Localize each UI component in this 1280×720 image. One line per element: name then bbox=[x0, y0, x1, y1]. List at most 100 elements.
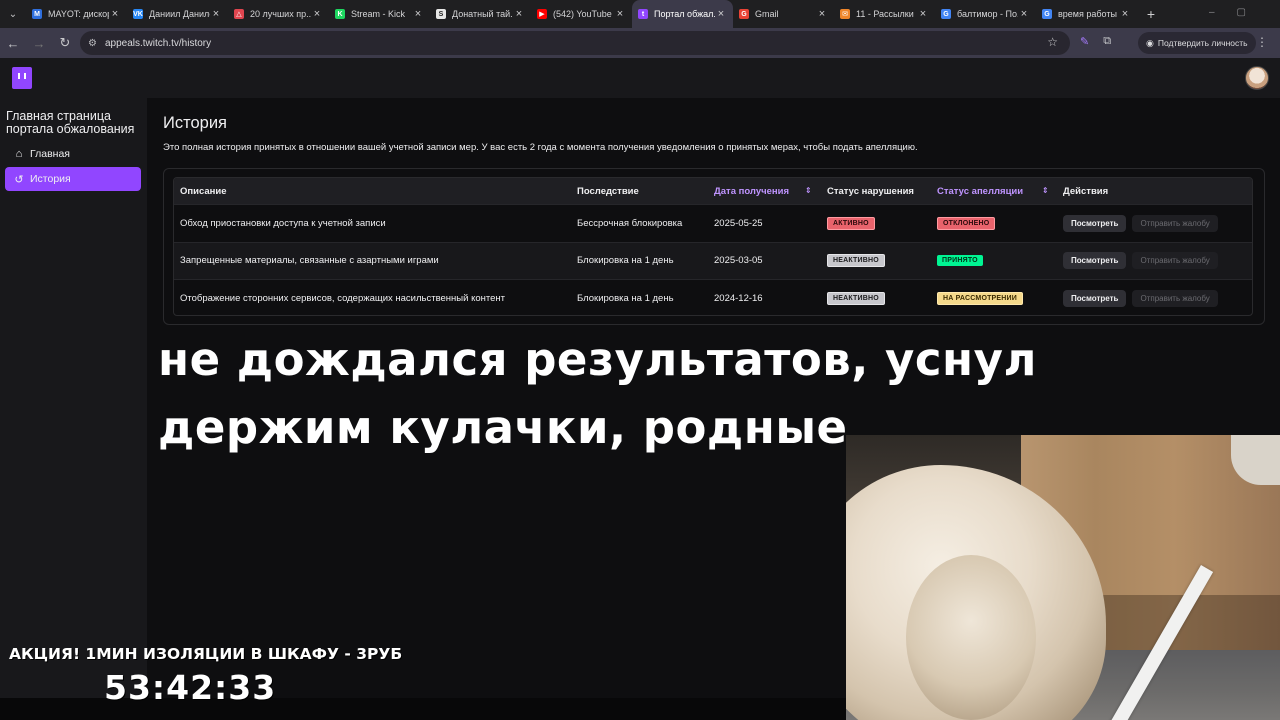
appeal-status-badge: ОТКЛОНЕНО bbox=[937, 216, 996, 230]
tab-close-icon[interactable]: × bbox=[1018, 8, 1030, 20]
sort-icon[interactable]: ⇕ bbox=[1042, 186, 1049, 195]
tab-favicon-icon: K bbox=[335, 9, 345, 19]
tab-favicon-icon: G bbox=[941, 9, 951, 19]
pen-extension-icon[interactable]: ✎ bbox=[1080, 35, 1089, 48]
tab-favicon-icon: ✉ bbox=[840, 9, 850, 19]
view-button[interactable]: Посмотреть bbox=[1063, 289, 1127, 307]
stream-caption-line1: не дождался результатов, уснул bbox=[158, 333, 1037, 386]
tab-close-icon[interactable]: × bbox=[816, 8, 828, 20]
site-header bbox=[0, 58, 1280, 98]
browser-tab[interactable]: VK Даниил Данилов× bbox=[127, 0, 228, 28]
history-icon: ↺ bbox=[14, 173, 24, 186]
row-description: Отображение сторонних сервисов, содержащ… bbox=[180, 292, 505, 304]
history-table-card: Описание Последствие Дата получения ⇕ Ст… bbox=[163, 168, 1265, 325]
row-consequence: Блокировка на 1 день bbox=[577, 255, 674, 267]
site-info-icon[interactable]: ⚙ bbox=[88, 38, 97, 49]
home-icon: ⌂ bbox=[15, 148, 23, 160]
sidebar-item-history[interactable]: ↺ История bbox=[5, 167, 141, 191]
tab-favicon-icon: S bbox=[436, 9, 446, 19]
browser-tab[interactable]: Gбалтимор - По... × bbox=[935, 0, 1036, 28]
tab-favicon-icon: ▶ bbox=[537, 9, 547, 19]
stream-caption-line2: держим кулачки, родные bbox=[158, 401, 848, 454]
back-icon[interactable]: ← bbox=[0, 36, 26, 51]
verify-identity-button[interactable]: ◉ Подтвердить личность bbox=[1138, 32, 1256, 54]
sort-icon[interactable]: ⇕ bbox=[805, 186, 812, 195]
tab-favicon-icon: G bbox=[739, 9, 749, 19]
tab-title: (542) YouTube bbox=[553, 9, 612, 19]
tab-close-icon[interactable]: × bbox=[715, 8, 727, 20]
browser-tab[interactable]: ✉ 11 - Рассылки × bbox=[834, 0, 935, 28]
tab-title: MAYOT: дискорд bbox=[48, 9, 109, 19]
violation-status-badge: НЕАКТИВНО bbox=[827, 254, 885, 268]
tab-favicon-icon: M bbox=[32, 9, 42, 19]
table-row: Обход приостановки доступа к учетной зап… bbox=[174, 204, 1252, 242]
promo-banner: АКЦИЯ! 1МИН ИЗОЛЯЦИИ В ШКАФУ - 3РУБ bbox=[9, 645, 403, 663]
webcam-fur-fold bbox=[906, 555, 1036, 720]
browser-tab[interactable]: t Портал обжал... × bbox=[632, 0, 733, 28]
window-controls[interactable]: –▢ bbox=[1209, 7, 1268, 18]
browser-menu-icon[interactable]: ⋮ bbox=[1256, 35, 1268, 49]
tab-close-icon[interactable]: × bbox=[210, 8, 222, 20]
column-header-violation-status: Статус нарушения bbox=[827, 185, 914, 197]
violation-status-badge: АКТИВНО bbox=[827, 216, 875, 230]
tab-title: Stream - Kick bbox=[351, 9, 406, 19]
browser-tab[interactable]: K Stream - Kick × bbox=[329, 0, 430, 28]
table-row: Отображение сторонних сервисов, содержащ… bbox=[174, 279, 1252, 315]
browser-tab[interactable]: S Донатный тай... × bbox=[430, 0, 531, 28]
appeal-status-badge: НА РАССМОТРЕНИИ bbox=[937, 291, 1024, 305]
stream-timer: 53:42:33 bbox=[104, 668, 277, 707]
view-button[interactable]: Посмотреть bbox=[1063, 214, 1127, 232]
browser-tab[interactable]: ▶ (542) YouTube × bbox=[531, 0, 632, 28]
violation-status-badge: НЕАКТИВНО bbox=[827, 291, 885, 305]
browser-toolbar: ← → ↻ ⚙ appeals.twitch.tv/history ☆ ✎ ⧉ … bbox=[0, 28, 1280, 58]
column-header-actions: Действия bbox=[1063, 185, 1109, 197]
row-consequence: Блокировка на 1 день bbox=[577, 292, 674, 304]
submit-appeal-button[interactable]: Отправить жалобу bbox=[1132, 214, 1218, 232]
view-button[interactable]: Посмотреть bbox=[1063, 252, 1127, 270]
browser-tab[interactable]: △ 20 лучших пр... × bbox=[228, 0, 329, 28]
tab-title: 11 - Рассылки bbox=[856, 9, 914, 19]
column-header-appeal-status[interactable]: Статус апелляции bbox=[937, 178, 1023, 204]
webcam-overlay bbox=[846, 435, 1280, 720]
browser-tabstrip: ⌄ MMAYOT: дискорд×VKДаниил Данилов×△20 л… bbox=[0, 0, 1280, 28]
profile-icon: ◉ bbox=[1146, 37, 1154, 48]
browser-tab[interactable]: Gвремя работы × bbox=[1036, 0, 1137, 28]
forward-icon[interactable]: → bbox=[26, 36, 52, 51]
tab-favicon-icon: G bbox=[1042, 9, 1052, 19]
row-description: Запрещенные материалы, связанные с азарт… bbox=[180, 255, 439, 267]
tab-close-icon[interactable]: × bbox=[412, 8, 424, 20]
tab-favicon-icon: t bbox=[638, 9, 648, 19]
tab-title: Донатный тай... bbox=[452, 9, 513, 19]
avatar[interactable] bbox=[1245, 66, 1269, 90]
address-bar[interactable]: ⚙ appeals.twitch.tv/history ☆ bbox=[80, 31, 1070, 55]
sidebar-item-home[interactable]: ⌂ Главная bbox=[5, 142, 141, 166]
tab-title: время работы bbox=[1058, 9, 1117, 19]
tab-close-icon[interactable]: × bbox=[513, 8, 525, 20]
tab-close-icon[interactable]: × bbox=[917, 8, 929, 20]
submit-appeal-button[interactable]: Отправить жалобу bbox=[1132, 289, 1218, 307]
submit-appeal-button[interactable]: Отправить жалобу bbox=[1132, 252, 1218, 270]
tab-close-icon[interactable]: × bbox=[109, 8, 121, 20]
verify-identity-label: Подтвердить личность bbox=[1157, 38, 1248, 48]
extensions-puzzle-icon[interactable]: ⧉ bbox=[1103, 35, 1111, 48]
sidebar-title: Главная страница портала обжалования bbox=[6, 109, 135, 136]
sidebar-item-label: Главная bbox=[30, 148, 70, 160]
tab-title: балтимор - По... bbox=[957, 9, 1018, 19]
browser-tab[interactable]: G Gmail × bbox=[733, 0, 834, 28]
table-row: Запрещенные материалы, связанные с азарт… bbox=[174, 241, 1252, 279]
tab-close-icon[interactable]: × bbox=[614, 8, 626, 20]
history-table: Описание Последствие Дата получения ⇕ Ст… bbox=[173, 177, 1253, 316]
tab-close-icon[interactable]: × bbox=[311, 8, 323, 20]
new-tab-button[interactable]: + bbox=[1137, 6, 1165, 22]
bookmark-star-icon[interactable]: ☆ bbox=[1047, 35, 1058, 49]
browser-tab[interactable]: M MAYOT: дискорд× bbox=[26, 0, 127, 28]
column-header-consequence: Последствие bbox=[577, 185, 639, 197]
tab-search-chevron-icon[interactable]: ⌄ bbox=[0, 0, 26, 28]
twitch-logo-icon[interactable] bbox=[12, 67, 32, 89]
reload-icon[interactable]: ↻ bbox=[52, 35, 78, 51]
row-date: 2025-03-05 bbox=[714, 255, 763, 267]
tab-close-icon[interactable]: × bbox=[1119, 8, 1131, 20]
appeal-status-badge: ПРИНЯТО bbox=[937, 255, 983, 267]
column-header-date[interactable]: Дата получения bbox=[714, 178, 789, 204]
tab-list: MMAYOT: дискорд×VKДаниил Данилов×△20 луч… bbox=[26, 0, 1137, 28]
